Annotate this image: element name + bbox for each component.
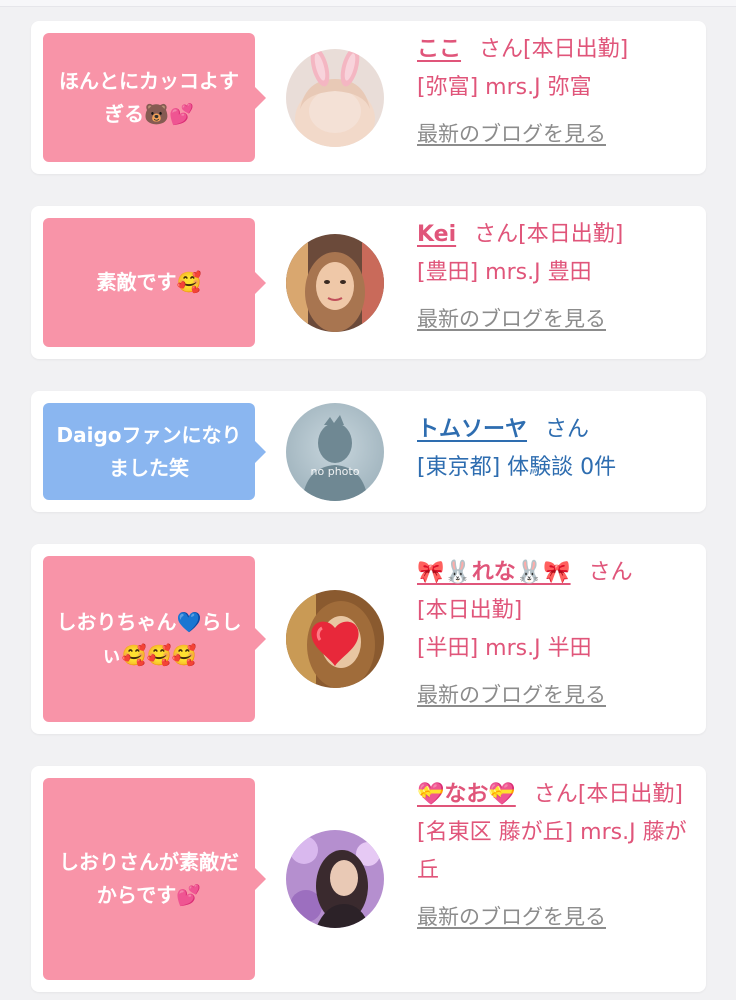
shop-name: [豊田] mrs.J 豊田 — [417, 260, 592, 285]
avatar[interactable]: no photo — [286, 403, 384, 501]
message-text: Daigoファンになりました笑 — [56, 422, 242, 480]
honorific: さん — [474, 222, 519, 247]
avatar[interactable] — [286, 830, 384, 928]
attendance-status: [本日出勤] — [523, 37, 629, 62]
review-card: Daigoファンになりました笑 no photo トムソーヤ さん [東京都] 体… — [31, 391, 706, 512]
message-bubble: ほんとにカッコよすぎる🐻💕 — [43, 33, 266, 162]
avatar[interactable] — [286, 590, 384, 688]
review-card: しおりちゃん💙らしぃ🥰🥰🥰 🎀🐰れな🐰🎀 さん [本日出勤] [半田] mrs.J… — [31, 544, 706, 734]
attendance-status: [本日出勤] — [417, 598, 523, 623]
message-text: 素敵です🥰 — [96, 270, 202, 294]
shop-name: [弥富] mrs.J 弥富 — [417, 75, 592, 100]
honorific: さん — [533, 782, 578, 807]
attendance-status: [本日出勤] — [518, 222, 624, 247]
latest-blog-link[interactable]: 最新のブログを見る — [417, 115, 606, 153]
review-count: [東京都] 体験談 0件 — [417, 455, 617, 480]
profile-name-link[interactable]: 💝なお💝 — [417, 782, 516, 807]
profile-info: Kei さん[本日出勤] [豊田] mrs.J 豊田 最新のブログを見る — [417, 216, 697, 339]
message-bubble: Daigoファンになりました笑 — [43, 403, 266, 500]
avatar-photo — [286, 590, 384, 688]
latest-blog-link[interactable]: 最新のブログを見る — [417, 898, 606, 936]
message-text: しおりちゃん💙らしぃ🥰🥰🥰 — [56, 610, 242, 667]
avatar[interactable] — [286, 49, 384, 147]
avatar-photo — [286, 49, 384, 147]
attendance-status: [本日出勤] — [577, 782, 683, 807]
top-divider — [0, 0, 736, 7]
message-bubble: 素敵です🥰 — [43, 218, 266, 347]
profile-info: 💝なお💝 さん[本日出勤] [名東区 藤が丘] mrs.J 藤が丘 最新のブログを… — [417, 776, 697, 937]
latest-blog-link[interactable]: 最新のブログを見る — [417, 676, 606, 714]
profile-name-link[interactable]: 🎀🐰れな🐰🎀 — [417, 560, 571, 585]
message-text: しおりさんが素敵だからです💕 — [59, 850, 239, 907]
no-photo-label: no photo — [310, 465, 360, 478]
latest-blog-link[interactable]: 最新のブログを見る — [417, 300, 606, 338]
honorific: さん — [545, 417, 590, 442]
profile-info: ここ さん[本日出勤] [弥富] mrs.J 弥富 最新のブログを見る — [417, 31, 697, 154]
honorific: さん — [588, 560, 633, 585]
message-text: ほんとにカッコよすぎる🐻💕 — [59, 68, 239, 126]
shop-name: [半田] mrs.J 半田 — [417, 636, 592, 661]
profile-name-link[interactable]: ここ — [417, 37, 461, 62]
review-card: 素敵です🥰 Kei さん[本日出勤] [豊田] mrs.J 豊田 最新のブログを見… — [31, 206, 706, 359]
avatar-photo — [286, 830, 384, 928]
no-photo-placeholder-icon — [286, 403, 384, 501]
profile-info: 🎀🐰れな🐰🎀 さん [本日出勤] [半田] mrs.J 半田 最新のブログを見る — [417, 554, 697, 715]
avatar[interactable] — [286, 234, 384, 332]
message-bubble: しおりちゃん💙らしぃ🥰🥰🥰 — [43, 556, 266, 722]
message-bubble: しおりさんが素敵だからです💕 — [43, 778, 266, 980]
profile-name-link[interactable]: Kei — [417, 222, 456, 247]
honorific: さん — [479, 37, 524, 62]
avatar-photo — [286, 234, 384, 332]
shop-name: [名東区 藤が丘] mrs.J 藤が丘 — [417, 820, 687, 883]
review-card: しおりさんが素敵だからです💕 💝なお💝 さん[本日出勤] [名東区 藤が丘] mr… — [31, 766, 706, 992]
profile-name-link[interactable]: トムソーヤ — [417, 417, 527, 442]
review-card: ほんとにカッコよすぎる🐻💕 ここ さん[本日出勤] [弥富] mrs.J 弥富 最… — [31, 21, 706, 174]
profile-info: トムソーヤ さん [東京都] 体験談 0件 — [417, 411, 697, 487]
